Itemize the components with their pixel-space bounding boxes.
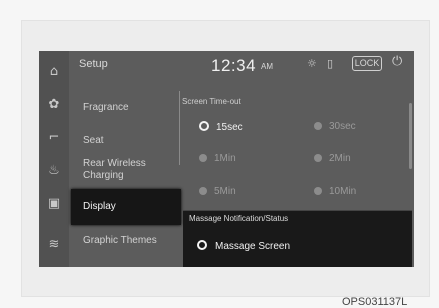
menu-item-seat[interactable]: Seat: [83, 135, 104, 147]
screen-timeout-label: Screen Time-out: [182, 97, 241, 106]
display-icon[interactable]: ▣: [45, 196, 63, 212]
menu-divider: [179, 91, 180, 165]
timeout-option-10min[interactable]: 10Min: [314, 186, 356, 198]
menu-item-display[interactable]: Display: [71, 189, 181, 225]
seat-heat-icon[interactable]: ♨: [45, 163, 63, 179]
clock-ampm: AM: [261, 62, 273, 71]
home-icon[interactable]: ⌂: [45, 64, 63, 80]
phone-projection-icon[interactable]: ▯: [327, 58, 333, 70]
scrollbar[interactable]: [409, 103, 412, 169]
lock-button[interactable]: LOCK: [352, 56, 382, 71]
power-icon[interactable]: ⏻: [392, 55, 402, 68]
radio-icon: [199, 154, 207, 162]
menu-item-graphic-themes[interactable]: Graphic Themes: [83, 235, 157, 247]
brightness-icon[interactable]: ☼: [307, 58, 317, 70]
climate-icon[interactable]: ≋: [45, 237, 63, 253]
massage-popup: Massage Notification/Status Massage Scre…: [183, 210, 412, 267]
left-rail: ⌂ ✿ ⌐ ♨ ▣ ≋: [39, 51, 69, 267]
radio-icon: [314, 122, 322, 130]
menu-item-fragrance[interactable]: Fragrance: [83, 102, 129, 114]
radio-icon: [314, 187, 322, 195]
radio-selected-icon: [199, 121, 209, 131]
massage-popup-title: Massage Notification/Status: [189, 214, 289, 223]
timeout-option-15sec[interactable]: 15sec: [199, 121, 243, 134]
page-title: Setup: [79, 58, 108, 70]
figure-code: OPS031137L: [342, 296, 408, 308]
fan-icon[interactable]: ✿: [45, 97, 63, 113]
timeout-option-5min[interactable]: 5Min: [199, 186, 236, 198]
timeout-option-30sec[interactable]: 30sec: [314, 121, 356, 133]
infotainment-screen: ⌂ ✿ ⌐ ♨ ▣ ≋ Setup 12:34 AM ☼ ▯ LOCK ⏻ Fr…: [39, 51, 414, 267]
menu-item-rear-wireless-charging[interactable]: Rear Wireless Charging: [83, 158, 169, 182]
timeout-option-2min[interactable]: 2Min: [314, 153, 351, 165]
timeout-option-1min[interactable]: 1Min: [199, 153, 236, 165]
radio-selected-icon: [197, 240, 207, 250]
seat-icon[interactable]: ⌐: [45, 130, 63, 146]
clock-time: 12:34: [211, 56, 257, 75]
massage-screen-option[interactable]: Massage Screen: [197, 240, 290, 252]
radio-icon: [199, 187, 207, 195]
radio-icon: [314, 154, 322, 162]
menu-item-display-label: Display: [83, 201, 116, 212]
